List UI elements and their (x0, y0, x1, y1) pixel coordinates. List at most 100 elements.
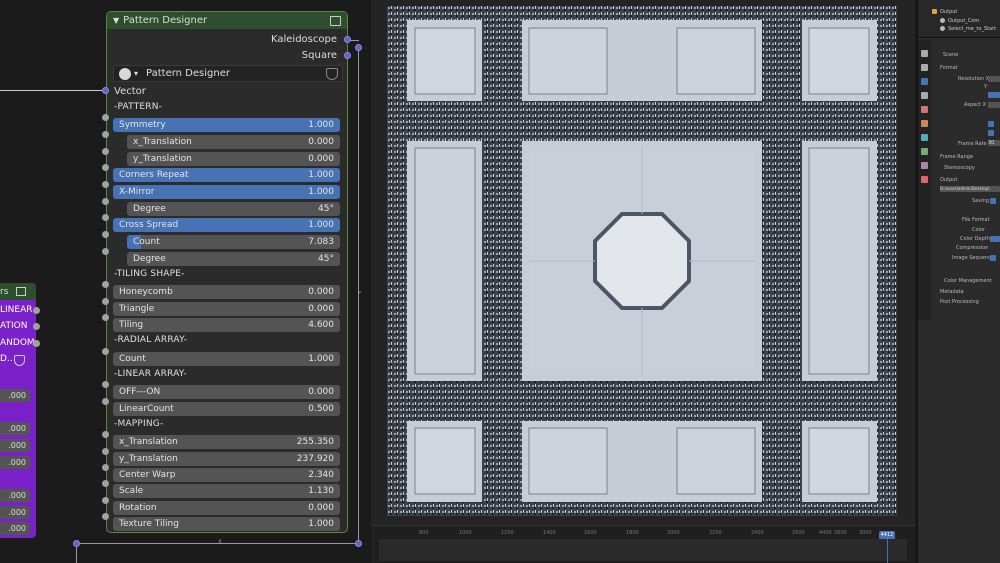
properties-panel[interactable]: Output Output_Com Select_me_to_Start Sce… (917, 0, 1000, 563)
left-output-socket[interactable] (33, 340, 40, 347)
input-socket[interactable] (102, 114, 109, 121)
image-viewport[interactable] (371, 0, 915, 525)
world-tab-icon[interactable] (921, 120, 928, 127)
input-socket[interactable] (102, 164, 109, 171)
left-node-header[interactable]: rs (0, 283, 36, 300)
shield-icon[interactable] (14, 355, 25, 366)
input-socket[interactable] (102, 348, 109, 355)
reroute-socket[interactable] (73, 540, 80, 547)
outliner[interactable]: Output Output_Com Select_me_to_Start (918, 0, 1000, 38)
left-field[interactable]: .000 (0, 522, 30, 535)
field-degree[interactable]: Degree 45° (127, 202, 340, 216)
output-socket-kaleidoscope[interactable] (344, 36, 351, 43)
field-radial-count[interactable]: Count 1.000 (113, 352, 340, 366)
output-tab-icon[interactable] (921, 78, 928, 85)
left-field[interactable]: .000 (0, 506, 30, 519)
tool-tab-icon[interactable] (921, 50, 928, 57)
field-tiling[interactable]: Tiling 4.600 (113, 318, 340, 332)
color-depth-field[interactable] (990, 236, 1000, 242)
field-symmetry[interactable]: Symmetry 1.000 (113, 118, 340, 132)
input-socket[interactable] (102, 497, 109, 504)
timeline-track[interactable] (379, 539, 907, 561)
input-socket[interactable] (102, 131, 109, 138)
input-socket-vector[interactable] (102, 87, 109, 94)
playhead[interactable] (887, 536, 888, 563)
panel-stereoscopy[interactable]: Stereoscopy (944, 165, 975, 171)
timeline[interactable]: 800 1000 1200 1400 1600 1800 2000 2200 2… (371, 525, 915, 563)
node-editor[interactable]: ⌄ ‹ ▼ Pattern Designer Kaleidoscope Squa… (0, 0, 370, 563)
physics-tab-icon[interactable] (921, 162, 928, 169)
node-group-icon[interactable] (330, 15, 341, 26)
left-field[interactable]: .000 (0, 456, 30, 469)
input-socket[interactable] (102, 214, 109, 221)
field-linear-count[interactable]: LinearCount 0.500 (113, 402, 340, 416)
field-off-on[interactable]: OFF---ON 0.000 (113, 385, 340, 399)
input-socket[interactable] (102, 248, 109, 255)
outliner-item[interactable]: Output (940, 9, 957, 15)
texture-tab-icon[interactable] (921, 176, 928, 183)
field-y-translation[interactable]: y_Translation 0.000 (127, 152, 340, 166)
field-x-translation[interactable]: x_Translation 0.000 (127, 135, 340, 149)
panel-output[interactable]: Output (940, 177, 957, 183)
input-socket[interactable] (102, 381, 109, 388)
panel-color-management[interactable]: Color Management (944, 278, 992, 284)
field-mapping-x-translation[interactable]: x_Translation 255.350 (113, 435, 340, 449)
crop-checkbox[interactable] (988, 130, 994, 136)
render-tab-icon[interactable] (921, 64, 928, 71)
collapse-chevron-icon[interactable]: ▼ (113, 16, 119, 25)
panel-post-processing[interactable]: Post Processing (940, 299, 979, 305)
field-count[interactable]: Count 7.083 (127, 235, 340, 249)
object-tab-icon[interactable] (921, 134, 928, 141)
panel-frame-range[interactable]: Frame Range (940, 154, 973, 160)
field-degree-2[interactable]: Degree 45° (127, 252, 340, 266)
overwrite-checkbox[interactable] (990, 255, 996, 261)
input-socket[interactable] (102, 181, 109, 188)
fake-user-shield-icon[interactable] (326, 67, 338, 80)
file-extensions-checkbox[interactable] (990, 198, 996, 204)
field-honeycomb[interactable]: Honeycomb 0.000 (113, 285, 340, 299)
left-output-socket[interactable] (33, 323, 40, 330)
input-socket[interactable] (102, 314, 109, 321)
reroute-socket[interactable] (355, 44, 362, 51)
left-node[interactable]: rs LINEAR ATION ANDOM D.. .000 .000 .000… (0, 283, 36, 538)
input-socket[interactable] (102, 398, 109, 405)
outliner-item[interactable]: Output_Com (948, 18, 979, 24)
field-center-warp[interactable]: Center Warp 2.340 (113, 468, 340, 482)
input-socket[interactable] (102, 298, 109, 305)
input-socket[interactable] (102, 464, 109, 471)
field-texture-tiling[interactable]: Texture Tiling 1.000 (113, 517, 340, 531)
input-socket[interactable] (102, 431, 109, 438)
frame-rate-field[interactable]: 30 (988, 140, 1000, 146)
input-socket[interactable] (102, 148, 109, 155)
input-socket[interactable] (102, 480, 109, 487)
input-socket[interactable] (102, 231, 109, 238)
render-region-checkbox[interactable] (988, 121, 994, 127)
field-scale[interactable]: Scale 1.130 (113, 484, 340, 498)
output-socket-square[interactable] (344, 52, 351, 59)
scene-tab-icon[interactable] (921, 106, 928, 113)
panel-format[interactable]: Format (940, 65, 958, 71)
input-socket[interactable] (102, 513, 109, 520)
left-field[interactable]: .000 (0, 422, 30, 435)
output-path-field[interactable]: D:/users/admin/Desktop\ (940, 186, 1000, 192)
modifier-tab-icon[interactable] (921, 148, 928, 155)
node-group-selector[interactable]: ▾ Pattern Designer (113, 65, 343, 82)
left-field[interactable]: .000 (0, 439, 30, 452)
field-cross-spread[interactable]: Cross Spread 1.000 (113, 218, 340, 232)
left-field[interactable]: .000 (0, 489, 30, 502)
node-header[interactable]: ▼ Pattern Designer (107, 12, 347, 29)
pattern-designer-node[interactable]: ▼ Pattern Designer Kaleidoscope Square ▾… (106, 11, 348, 533)
field-corners-repeat[interactable]: Corners Repeat 1.000 (113, 168, 340, 182)
input-socket[interactable] (102, 448, 109, 455)
outliner-item[interactable]: Select_me_to_Start (948, 26, 996, 32)
left-node-selector[interactable]: D.. (0, 354, 13, 364)
left-field[interactable]: .000 (0, 389, 30, 402)
properties-tabs[interactable] (918, 40, 931, 320)
field-mapping-y-translation[interactable]: y_Translation 237.920 (113, 452, 340, 466)
field-rotation[interactable]: Rotation 0.000 (113, 501, 340, 515)
panel-metadata[interactable]: Metadata (940, 289, 964, 295)
view-layer-tab-icon[interactable] (921, 92, 928, 99)
left-output-socket[interactable] (33, 307, 40, 314)
field-x-mirror[interactable]: X-Mirror 1.000 (113, 185, 340, 199)
aspect-x-field[interactable] (988, 102, 1000, 108)
